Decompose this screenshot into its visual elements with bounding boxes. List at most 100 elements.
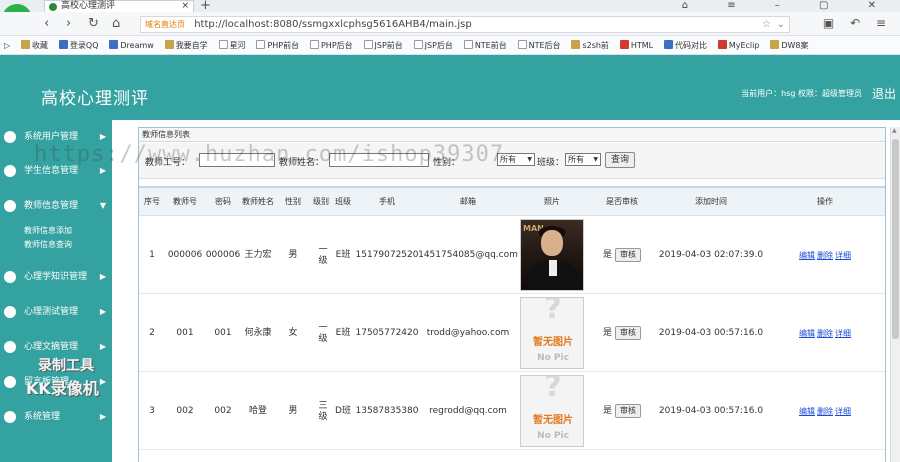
message-icon	[4, 376, 16, 388]
detail-link[interactable]: 详细	[835, 405, 851, 418]
sidebar-item-system-users[interactable]: 系统用户管理 ▶	[0, 128, 112, 146]
cell-name: 哈登	[248, 405, 267, 416]
forward-icon[interactable]: ›	[66, 16, 71, 31]
cell-level: 一级	[316, 244, 327, 266]
audit-button[interactable]: 审核	[615, 326, 641, 340]
delete-link[interactable]: 删除	[817, 327, 833, 340]
bookmark-item[interactable]: 我要自学	[164, 36, 208, 54]
bookmark-item[interactable]: 星河	[218, 36, 246, 54]
sidebar-sub-teacher-add[interactable]: 教师信息添加	[24, 225, 72, 236]
detail-link[interactable]: 详细	[835, 327, 851, 340]
chevron-down-icon: ▼	[99, 201, 106, 210]
bookmark-item[interactable]: PHP后台	[309, 36, 353, 54]
sidebar-item-articles[interactable]: 心理文摘管理 ▶	[0, 338, 112, 356]
settings-icon	[4, 411, 16, 423]
sidebar-item-teachers[interactable]: 教师信息管理 ▼	[0, 197, 112, 215]
back-icon[interactable]: ‹	[44, 16, 49, 31]
sidebar-item-system[interactable]: 系统管理 ▶	[0, 408, 112, 426]
edit-link[interactable]: 编辑	[799, 249, 815, 262]
scrollbar-thumb[interactable]	[892, 139, 899, 339]
star-icon[interactable]: ☆	[762, 17, 771, 32]
cell-audited: 是审核	[587, 216, 657, 294]
browser-tab[interactable]: 高校心理测评 ×	[44, 0, 194, 12]
cell-no: 1	[149, 249, 155, 260]
detail-link[interactable]: 详细	[835, 249, 851, 262]
page-icon	[218, 40, 228, 49]
chevron-down-icon: ▼	[527, 156, 532, 163]
browser-tabbar: 高校心理测评 × + ⌂ ≡ – ▢ ✕	[0, 0, 900, 13]
class-select[interactable]: 所有 ▼	[565, 153, 601, 166]
delete-link[interactable]: 删除	[817, 249, 833, 262]
cell-photo: MAN	[517, 216, 587, 294]
delete-link[interactable]: 删除	[817, 405, 833, 418]
bookmark-item[interactable]: 登录QQ	[58, 36, 99, 54]
cell-gender: 男	[288, 405, 298, 416]
sidebar-item-tests[interactable]: 心理测试管理 ▶	[0, 303, 112, 321]
chevron-down-icon: ▼	[593, 156, 598, 163]
bookmark-item[interactable]: NTE后台	[517, 36, 561, 54]
sidebar-sub-teacher-query[interactable]: 教师信息查询	[24, 239, 72, 250]
no-pic-placeholder: ? 暂无图片 No Pic	[520, 375, 584, 447]
url-badge: 域名直达页	[145, 20, 185, 29]
bookmark-item[interactable]: HTML	[619, 36, 653, 54]
col-class: 班级	[335, 197, 351, 206]
search-bar: 教师工号： 教师姓名： 性别： 所有 ▼ 班级： 所有 ▼ 查询	[139, 143, 885, 179]
teacher-list-panel: 教师信息列表 教师工号： 教师姓名： 性别： 所有 ▼ 班级： 所有 ▼ 查询 序号…	[138, 127, 886, 462]
question-mark-icon: ?	[544, 297, 562, 326]
close-tab-icon[interactable]: ×	[181, 1, 189, 12]
site-icon	[571, 40, 581, 49]
cell-gender: 男	[288, 249, 298, 260]
cell-phone: 17505772420	[355, 327, 419, 338]
toolbar-icons[interactable]: ▣ ↶ ≡	[823, 16, 892, 30]
edit-link[interactable]: 编辑	[799, 327, 815, 340]
bookmark-item[interactable]: Dreamw	[109, 36, 154, 54]
bookmark-item[interactable]: DW8案	[770, 36, 809, 54]
teacher-icon	[4, 200, 16, 212]
window-controls[interactable]: ⌂ ≡ – ▢ ✕	[682, 0, 894, 11]
class-label: 班级：	[537, 158, 565, 168]
teacher-name-input[interactable]	[329, 153, 429, 167]
col-email: 邮箱	[460, 197, 476, 206]
audit-button[interactable]: 审核	[615, 404, 641, 418]
table-row: 1 000006 000006 王力宏 男 一级 E班 15179072520 …	[139, 216, 885, 294]
refresh-icon[interactable]: ↻	[88, 16, 99, 31]
col-phone: 手机	[379, 197, 395, 206]
col-photo: 照片	[544, 197, 560, 206]
chevron-right-icon: ▶	[99, 272, 106, 281]
bookmark-item[interactable]: JSP后台	[413, 36, 453, 54]
home-icon[interactable]: ⌂	[112, 16, 120, 31]
bookmark-item[interactable]: PHP前台	[256, 36, 299, 54]
logout-link[interactable]: 退出	[872, 85, 896, 102]
sidebar-item-knowledge[interactable]: 心理学知识管理 ▶	[0, 268, 112, 286]
user-group-icon	[4, 131, 16, 143]
chevron-right-icon: ▶	[99, 132, 106, 141]
bookmark-sidebar-toggle[interactable]: ▷	[4, 36, 10, 54]
page-icon	[256, 40, 266, 49]
bookmark-item[interactable]: 代码对比	[663, 36, 707, 54]
cell-teacher-no: 000006	[167, 249, 203, 260]
page-icon	[309, 40, 319, 49]
col-time: 添加时间	[695, 197, 727, 206]
cell-photo: ? 暂无图片 No Pic	[517, 372, 587, 450]
bookmark-item[interactable]: s2sh前	[571, 36, 609, 54]
cell-gender: 女	[288, 327, 298, 338]
sidebar-item-students[interactable]: 学生信息管理 ▶	[0, 162, 112, 180]
edit-link[interactable]: 编辑	[799, 405, 815, 418]
scroll-up-icon[interactable]: ▲	[892, 127, 897, 134]
address-field[interactable]: 域名直达页 http://localhost:8080/ssmgxxlcphsg…	[140, 16, 790, 33]
query-button[interactable]: 查询	[605, 152, 635, 168]
teacher-id-input[interactable]	[199, 153, 275, 167]
col-level: 级别	[313, 197, 329, 206]
cell-audited: 是审核	[587, 372, 657, 450]
vertical-scrollbar[interactable]: ▲	[890, 127, 900, 462]
sidebar-item-messages[interactable]: 留言板管理 ▶	[0, 373, 112, 391]
bookmark-item[interactable]: JSP前台	[363, 36, 403, 54]
cell-phone: 13587835380	[355, 405, 419, 416]
bookmark-item[interactable]: 收藏	[21, 36, 48, 54]
chevron-down-icon[interactable]: ⌄	[777, 17, 785, 32]
audit-button[interactable]: 审核	[615, 248, 641, 262]
gender-select[interactable]: 所有 ▼	[497, 153, 535, 166]
bookmark-item[interactable]: MyEclip	[717, 36, 759, 54]
bookmark-item[interactable]: NTE前台	[463, 36, 507, 54]
cell-level: 一级	[316, 322, 327, 344]
